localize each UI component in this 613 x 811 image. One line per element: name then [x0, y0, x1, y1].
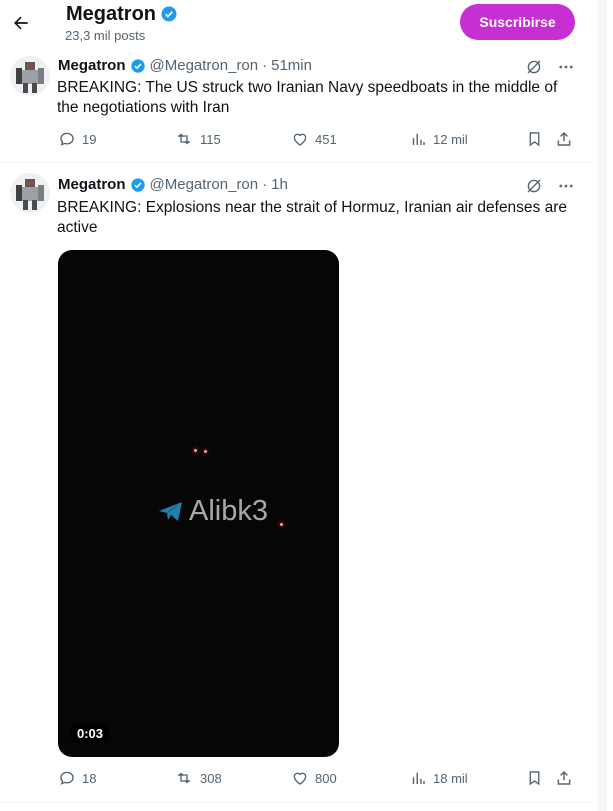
video-light	[194, 449, 197, 452]
author-name[interactable]: Megatron	[58, 176, 126, 193]
back-arrow-icon[interactable]	[10, 12, 32, 34]
scrollbar[interactable]	[597, 0, 607, 811]
reply-button[interactable]: 19	[58, 130, 96, 148]
verified-badge-icon	[130, 177, 146, 193]
author-handle[interactable]: @Megatron_ron	[150, 176, 259, 193]
share-icon[interactable]	[555, 769, 573, 787]
tweet-time[interactable]: 51min	[271, 57, 312, 74]
tweet-text: BREAKING: Explosions near the strait of …	[57, 199, 568, 236]
tweet-actions: 19 115 451 12 mil	[0, 130, 593, 150]
like-count: 451	[315, 131, 337, 147]
watermark-text: Alibk3	[189, 495, 268, 527]
author-name[interactable]: Megatron	[58, 57, 126, 74]
views-button[interactable]: 12 mil	[409, 130, 468, 148]
more-icon[interactable]	[557, 177, 575, 195]
share-icon[interactable]	[555, 130, 573, 148]
views-count: 18 mil	[433, 770, 468, 786]
views-icon	[409, 130, 427, 148]
like-button[interactable]: 451	[291, 130, 337, 148]
repost-icon	[174, 130, 194, 148]
reply-count: 18	[82, 770, 97, 786]
reply-icon	[58, 769, 76, 787]
post-count: 23,3 mil posts	[65, 28, 146, 43]
more-icon[interactable]	[557, 58, 575, 76]
like-button[interactable]: 800	[291, 769, 337, 787]
repost-count: 308	[200, 770, 222, 786]
tweet-time[interactable]: 1h	[271, 176, 288, 193]
video-light	[204, 450, 207, 453]
repost-icon	[174, 769, 194, 787]
like-icon	[291, 769, 309, 787]
views-button[interactable]: 18 mil	[409, 769, 468, 787]
meta-separator: ·	[262, 57, 268, 74]
like-count: 800	[315, 770, 337, 786]
bookmark-icon[interactable]	[526, 769, 543, 787]
subscribe-button[interactable]: Suscribirse	[460, 4, 575, 40]
video-duration: 0:03	[71, 724, 110, 743]
tweet-meta: Megatron @Megatron_ron · 1h	[58, 176, 288, 193]
tweet-top-actions	[525, 177, 575, 195]
repost-button[interactable]: 115	[174, 130, 221, 148]
verified-badge-icon	[160, 5, 178, 23]
tweet-actions: 18 308 800 18 mil	[0, 769, 593, 789]
video-player[interactable]: Alibk3 0:03	[58, 250, 339, 757]
video-watermark: Alibk3	[158, 495, 268, 528]
grok-icon[interactable]	[525, 177, 543, 195]
meta-separator: ·	[262, 176, 268, 193]
tweet-top-actions	[525, 58, 575, 76]
avatar[interactable]	[10, 173, 50, 213]
reply-icon	[58, 130, 76, 148]
repost-button[interactable]: 308	[174, 769, 222, 787]
reply-count: 19	[82, 131, 97, 147]
header-name: Megatron	[66, 3, 156, 25]
video-light	[280, 523, 283, 526]
verified-badge-icon	[130, 58, 146, 74]
bookmark-icon[interactable]	[526, 130, 543, 148]
avatar[interactable]	[10, 56, 50, 96]
tweet-meta: Megatron @Megatron_ron · 51min	[58, 57, 312, 74]
telegram-icon	[158, 501, 184, 523]
header-title: Megatron	[66, 2, 178, 26]
like-icon	[291, 130, 309, 148]
profile-header: Megatron 23,3 mil posts Suscribirse	[0, 0, 593, 48]
tweet[interactable]: Megatron @Megatron_ron · 1h BREAKING: Ex…	[0, 163, 593, 803]
views-count: 12 mil	[433, 131, 468, 147]
repost-count: 115	[200, 131, 221, 147]
views-icon	[409, 769, 427, 787]
reply-button[interactable]: 18	[58, 769, 96, 787]
tweet-text: BREAKING: The US struck two Iranian Navy…	[57, 79, 558, 116]
author-handle[interactable]: @Megatron_ron	[150, 57, 259, 74]
grok-icon[interactable]	[525, 58, 543, 76]
tweet[interactable]: Megatron @Megatron_ron · 51min BREAKING:…	[0, 48, 593, 163]
